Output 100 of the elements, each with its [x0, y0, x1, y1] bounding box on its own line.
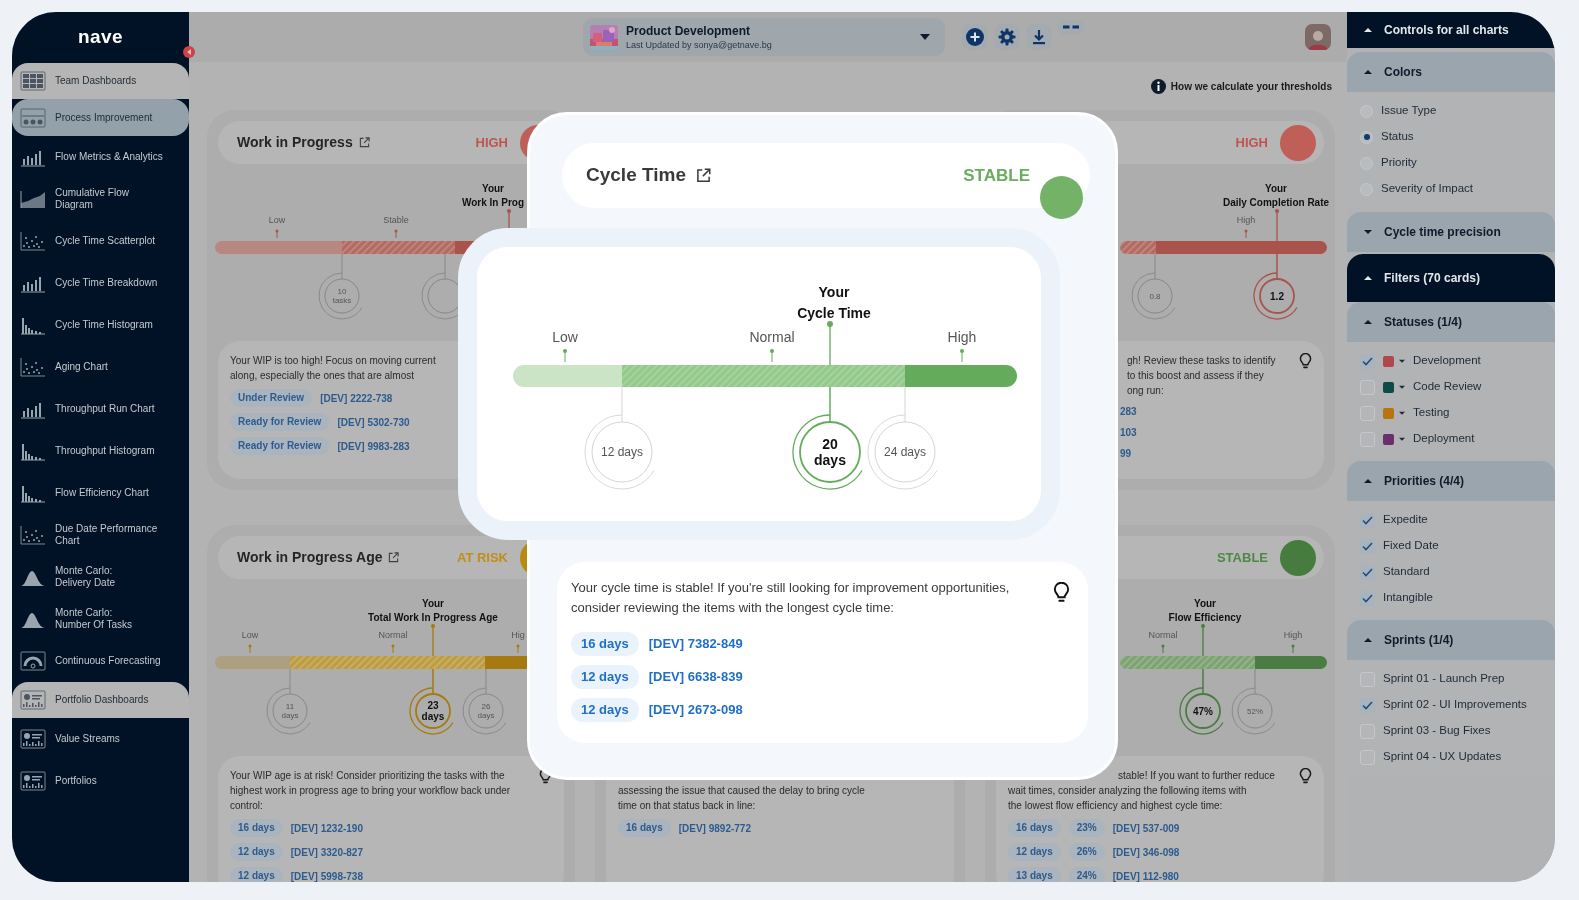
- issue-link[interactable]: [DEV] 2673-098: [648, 700, 743, 720]
- area-chart-icon: [20, 189, 46, 209]
- collapse-button[interactable]: [183, 46, 195, 58]
- issue-link[interactable]: [DEV] 2222-738: [320, 390, 393, 406]
- section-header[interactable]: Controls for all charts: [1347, 12, 1555, 48]
- tag: 16 days: [618, 819, 671, 837]
- sidebar-section[interactable]: Portfolio Dashboards: [12, 682, 189, 718]
- external-link-icon[interactable]: [358, 137, 370, 148]
- section-header[interactable]: Statuses (1/4): [1347, 302, 1555, 342]
- issue-link[interactable]: 99: [1120, 446, 1132, 461]
- scale-label: Low: [552, 328, 578, 347]
- scatter-plot-icon: [20, 231, 46, 251]
- checkbox[interactable]: [1360, 512, 1375, 528]
- marker-value: 0.8: [1148, 291, 1162, 301]
- sidebar-item[interactable]: Monte Carlo: Delivery Date: [12, 556, 189, 598]
- issue-link[interactable]: [DEV] 1232-190: [290, 820, 363, 836]
- avatar[interactable]: [1305, 24, 1331, 50]
- issue-link[interactable]: [DEV] 5302-730: [337, 414, 410, 430]
- issue-link[interactable]: [DEV] 6638-839: [648, 667, 743, 687]
- advice-text: Your WIP age is at risk! Consider prioritizing the tasks with the highest work in progress age to bring your workflow back under control:: [230, 769, 512, 813]
- radio-button[interactable]: [1360, 130, 1373, 144]
- lightbulb-icon: [1053, 582, 1070, 604]
- issue-link[interactable]: [DEV] 112-980: [1112, 868, 1179, 882]
- issue-link[interactable]: [DEV] 537-009: [1112, 820, 1180, 836]
- tag: 26%: [1068, 843, 1105, 861]
- advice-text: assessing the issue that caused the delay to bring cycle time on that status back in line:: [618, 784, 866, 813]
- section-header[interactable]: Priorities (4/4): [1347, 461, 1555, 501]
- sidebar-item[interactable]: Cycle Time Histogram: [12, 304, 189, 346]
- section-header[interactable]: Colors: [1347, 52, 1555, 92]
- sidebar-item[interactable]: Cycle Time Breakdown: [12, 262, 189, 304]
- download-button[interactable]: [1026, 24, 1052, 50]
- grid-icon: [20, 71, 46, 91]
- option-label: Priority: [1381, 155, 1417, 171]
- tick-mark: [1161, 644, 1165, 654]
- leader-line: [1276, 253, 1278, 280]
- sidebar-item[interactable]: Process Improvement: [12, 99, 189, 136]
- tag: 24%: [1068, 867, 1105, 882]
- sidebar-section[interactable]: Team Dashboards: [12, 63, 189, 99]
- gauge-icon: [20, 651, 46, 671]
- scale-label: Hig: [511, 629, 525, 641]
- external-link-icon[interactable]: [696, 168, 711, 183]
- sidebar-item[interactable]: Flow Efficiency Chart: [12, 472, 189, 514]
- scale-label: Normal: [378, 629, 408, 641]
- marker-value: 47%: [1192, 705, 1214, 717]
- checkbox[interactable]: [1360, 564, 1375, 580]
- option-label: Sprint 01 - Launch Prep: [1383, 671, 1505, 687]
- issue-link[interactable]: [DEV] 3320-827: [290, 844, 363, 860]
- settings-button[interactable]: [994, 24, 1020, 50]
- checkbox[interactable]: [1360, 697, 1375, 713]
- status-label: STABLE: [1216, 548, 1268, 567]
- option-label: Testing: [1413, 405, 1450, 421]
- leader-line: [432, 668, 434, 695]
- tick-mark: [248, 644, 252, 654]
- marker-value: 11 days: [280, 702, 300, 720]
- section-header[interactable]: Cycle time precision: [1347, 212, 1555, 252]
- issue-link[interactable]: 283: [1120, 404, 1137, 419]
- sidebar-item[interactable]: Flow Metrics & Analytics: [12, 136, 189, 178]
- sidebar-item[interactable]: Monte Carlo: Number Of Tasks: [12, 598, 189, 640]
- caret-icon: [186, 49, 192, 55]
- caret-icon: [1399, 436, 1405, 442]
- dashboard-selector[interactable]: Product Development Last Updated by sonya@getnave.bg: [583, 18, 945, 56]
- marker-value: 52%: [1246, 706, 1264, 716]
- checkbox[interactable]: [1360, 590, 1375, 606]
- tick-mark: [394, 229, 398, 239]
- tag: 16 days: [230, 819, 283, 837]
- option-label: Sprint 02 - UI Improvements: [1383, 697, 1527, 713]
- checkbox[interactable]: [1360, 353, 1375, 369]
- sidebar-item[interactable]: Throughput Run Chart: [12, 388, 189, 430]
- sidebar-item[interactable]: Cumulative Flow Diagram: [12, 178, 189, 220]
- tick-mark: [770, 349, 774, 363]
- caret-icon: [920, 34, 930, 40]
- sidebar-item[interactable]: Aging Chart: [12, 346, 189, 388]
- external-link-icon[interactable]: [388, 552, 400, 563]
- sidebar-item[interactable]: Continuous Forecasting: [12, 640, 189, 682]
- issue-link[interactable]: [DEV] 5998-738: [290, 868, 363, 882]
- caret-icon: [1399, 410, 1405, 416]
- lightbulb-icon: [1299, 768, 1312, 785]
- issue-link[interactable]: [DEV] 9983-283: [337, 438, 410, 454]
- thresholds-link[interactable]: How we calculate your thresholds: [1150, 78, 1332, 94]
- sidebar-item[interactable]: Value Streams: [12, 718, 189, 760]
- sidebar-item[interactable]: Due Date Performance Chart: [12, 514, 189, 556]
- scale-label: Low: [241, 629, 259, 641]
- issue-link[interactable]: [DEV] 346-098: [1112, 844, 1180, 860]
- option-label: Expedite: [1383, 512, 1428, 528]
- section-header[interactable]: Filters (70 cards): [1347, 254, 1555, 302]
- issue-link[interactable]: [DEV] 9892-772: [678, 820, 751, 836]
- checkbox[interactable]: [1360, 538, 1375, 554]
- tick-mark: [391, 644, 395, 654]
- issue-link[interactable]: [DEV] 7382-849: [648, 634, 743, 654]
- sidebar-item[interactable]: Cycle Time Scatterplot: [12, 220, 189, 262]
- histogram-icon: [20, 483, 46, 503]
- timeline-icon: [20, 107, 46, 128]
- more-button[interactable]: [1058, 20, 1084, 34]
- option-label: Sprint 04 - UX Updates: [1383, 749, 1502, 765]
- issue-link[interactable]: 103: [1120, 425, 1137, 440]
- dashboard-icon: [20, 690, 46, 710]
- section-header[interactable]: Sprints (1/4): [1347, 620, 1555, 660]
- add-button[interactable]: [962, 24, 988, 50]
- sidebar-item[interactable]: Portfolios: [12, 760, 189, 802]
- sidebar-item[interactable]: Throughput Histogram: [12, 430, 189, 472]
